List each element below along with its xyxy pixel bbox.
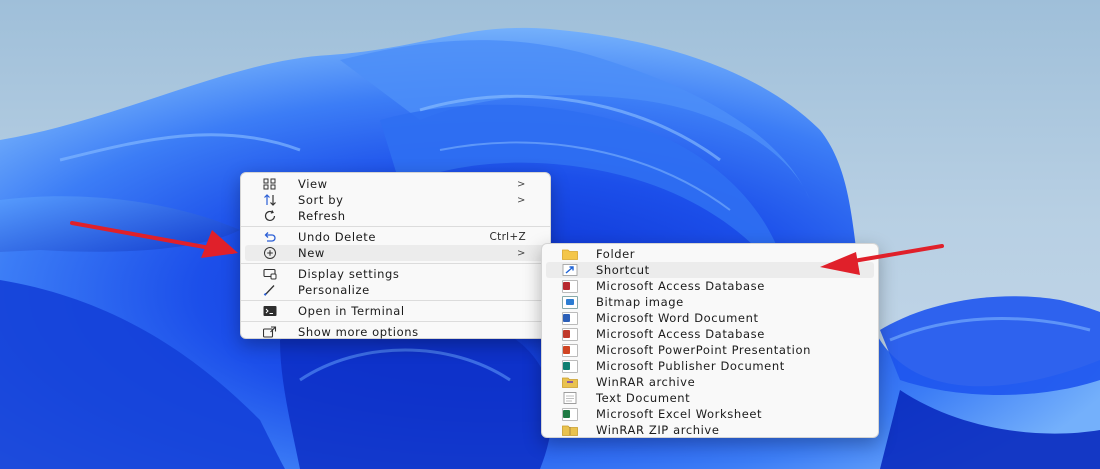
menu-item-new[interactable]: New > [245, 245, 546, 261]
submenu-item-shortcut[interactable]: Shortcut [546, 262, 874, 278]
submenu-item-label: Microsoft Publisher Document [596, 359, 785, 373]
menu-separator [241, 321, 550, 322]
desktop[interactable]: View > Sort by > Refresh Undo Delete Ctr… [0, 0, 1100, 469]
desktop-context-menu: View > Sort by > Refresh Undo Delete Ctr… [240, 172, 551, 339]
brush-icon [261, 283, 279, 297]
submenu-item-folder[interactable]: Folder [546, 246, 874, 262]
menu-item-refresh[interactable]: Refresh [245, 208, 546, 224]
submenu-item-label: Microsoft Word Document [596, 311, 759, 325]
shortcut-icon [562, 264, 578, 276]
bitmap-file-icon [562, 295, 578, 309]
chevron-right-icon: > [517, 247, 526, 259]
submenu-item-winrar-archive[interactable]: WinRAR archive [546, 374, 874, 390]
menu-item-display-settings[interactable]: Display settings [245, 266, 546, 282]
excel-file-icon [562, 407, 578, 421]
new-submenu: Folder Shortcut Microsoft Access Databas… [541, 243, 879, 438]
menu-item-label: Display settings [298, 267, 400, 281]
refresh-icon [261, 209, 279, 223]
submenu-item-excel-worksheet[interactable]: Microsoft Excel Worksheet [546, 406, 874, 422]
menu-item-label: New [298, 246, 325, 260]
sort-icon [261, 193, 279, 207]
submenu-item-winrar-zip-archive[interactable]: WinRAR ZIP archive [546, 422, 874, 438]
submenu-item-label: WinRAR ZIP archive [596, 423, 720, 437]
menu-item-sort-by[interactable]: Sort by > [245, 192, 546, 208]
submenu-item-label: Microsoft Access Database [596, 279, 765, 293]
submenu-item-access-database[interactable]: Microsoft Access Database [546, 278, 874, 294]
submenu-item-access-database-2[interactable]: Microsoft Access Database [546, 326, 874, 342]
display-icon [261, 267, 279, 281]
text-file-icon [562, 392, 578, 404]
word-file-icon [562, 311, 578, 325]
menu-item-label: Show more options [298, 325, 419, 339]
chevron-right-icon: > [517, 194, 526, 206]
menu-item-label: View [298, 177, 328, 191]
menu-separator [241, 226, 550, 227]
submenu-item-word-document[interactable]: Microsoft Word Document [546, 310, 874, 326]
powerpoint-file-icon [562, 343, 578, 357]
menu-item-label: Personalize [298, 283, 370, 297]
menu-item-label: Open in Terminal [298, 304, 405, 318]
winrar-zip-icon [562, 424, 578, 436]
menu-separator [241, 300, 550, 301]
submenu-item-label: Shortcut [596, 263, 650, 277]
winrar-archive-icon [562, 376, 578, 388]
submenu-item-text-document[interactable]: Text Document [546, 390, 874, 406]
access-file-icon [562, 279, 578, 293]
menu-item-label: Sort by [298, 193, 344, 207]
submenu-item-powerpoint-presentation[interactable]: Microsoft PowerPoint Presentation [546, 342, 874, 358]
chevron-right-icon: > [517, 178, 526, 190]
menu-item-undo-delete[interactable]: Undo Delete Ctrl+Z [245, 229, 546, 245]
more-options-icon [261, 325, 279, 339]
menu-item-show-more-options[interactable]: Show more options [245, 324, 546, 340]
submenu-item-label: Text Document [596, 391, 691, 405]
publisher-file-icon [562, 359, 578, 373]
submenu-item-label: Folder [596, 247, 636, 261]
access-file-icon [562, 327, 578, 341]
menu-item-label: Undo Delete [298, 230, 377, 244]
folder-icon [562, 248, 578, 260]
submenu-item-label: Bitmap image [596, 295, 684, 309]
menu-item-view[interactable]: View > [245, 176, 546, 192]
submenu-item-bitmap-image[interactable]: Bitmap image [546, 294, 874, 310]
view-grid-icon [261, 177, 279, 191]
shortcut-label: Ctrl+Z [489, 231, 526, 243]
menu-item-label: Refresh [298, 209, 346, 223]
submenu-item-label: Microsoft PowerPoint Presentation [596, 343, 811, 357]
menu-item-open-in-terminal[interactable]: Open in Terminal [245, 303, 546, 319]
submenu-item-label: Microsoft Access Database [596, 327, 765, 341]
menu-separator [241, 263, 550, 264]
menu-item-personalize[interactable]: Personalize [245, 282, 546, 298]
undo-icon [261, 230, 279, 244]
new-plus-icon [261, 246, 279, 260]
submenu-item-label: Microsoft Excel Worksheet [596, 407, 763, 421]
terminal-icon [261, 304, 279, 318]
submenu-item-label: WinRAR archive [596, 375, 696, 389]
submenu-item-publisher-document[interactable]: Microsoft Publisher Document [546, 358, 874, 374]
